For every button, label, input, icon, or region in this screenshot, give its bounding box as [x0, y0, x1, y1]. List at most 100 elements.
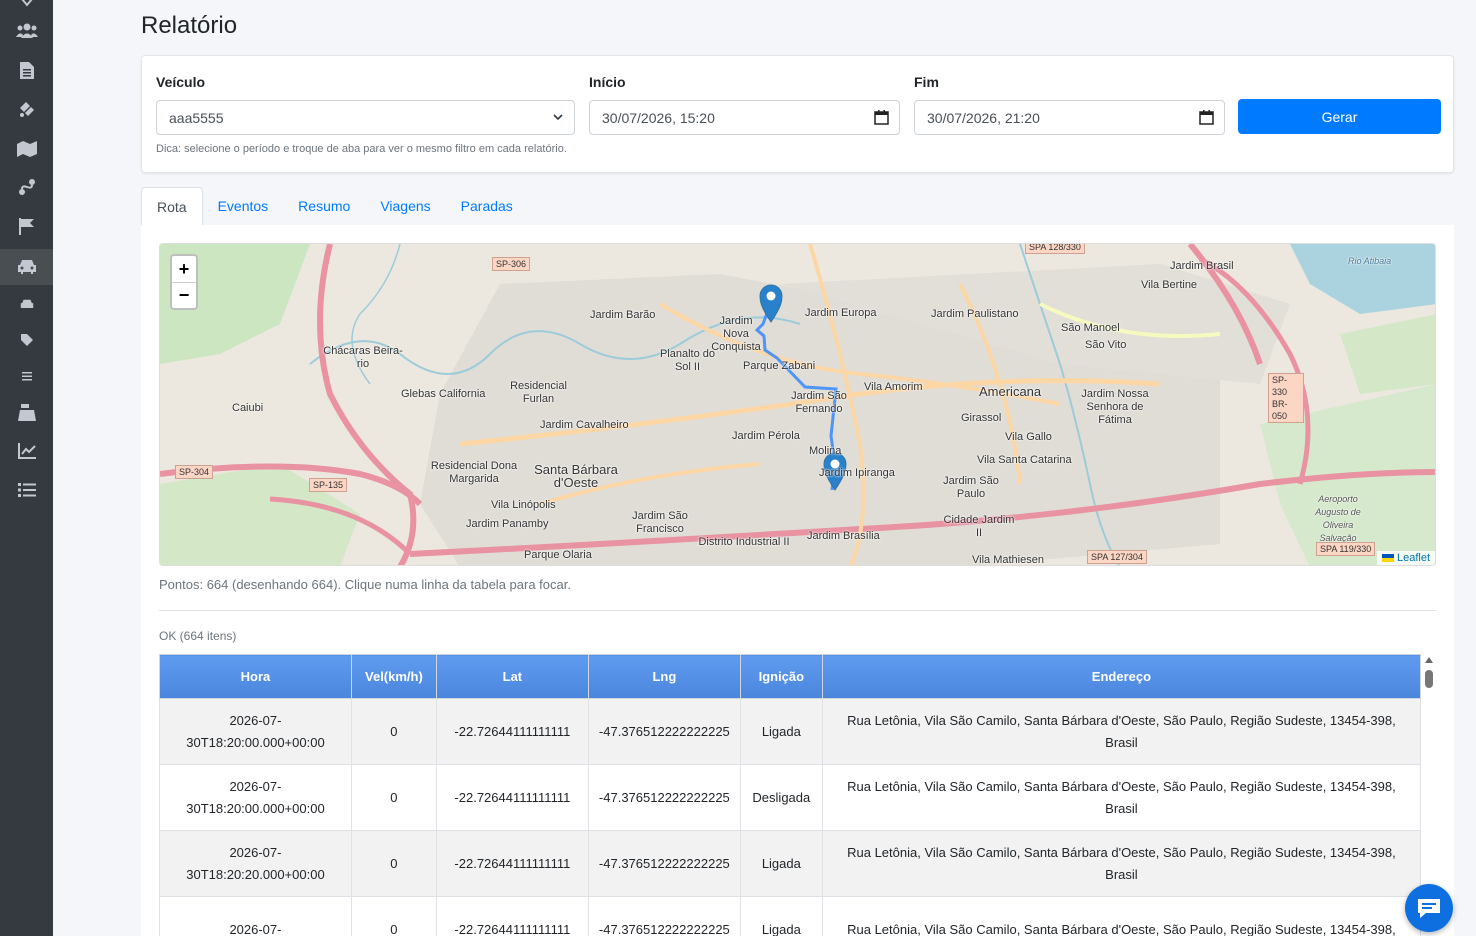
vehicle-label: Veículo — [156, 74, 206, 90]
tab-viagens[interactable]: Viagens — [365, 187, 445, 225]
end-label: Fim — [914, 74, 939, 90]
tab-resumo[interactable]: Resumo — [283, 187, 365, 225]
zoom-out-button[interactable]: − — [172, 282, 196, 308]
map-label: Jardim Paulistano — [931, 308, 1019, 320]
map-label: Vila Gallo — [1005, 431, 1052, 443]
calendar-icon[interactable] — [874, 110, 889, 125]
filter-card: Veículo aaa5555 Início 30/07/2026, 15:20… — [141, 55, 1454, 173]
map-label: Caiubi — [232, 402, 264, 414]
map-attribution[interactable]: Leaflet — [1376, 551, 1435, 565]
tab-content: Jardim Barão Jardim Nova Conquista Jardi… — [141, 225, 1454, 936]
flag-icon — [18, 217, 34, 235]
sidebar-item-charts[interactable] — [0, 433, 53, 469]
column-header-endereco[interactable]: Endereço — [821, 654, 1422, 699]
ukraine-flag-icon — [1381, 554, 1394, 562]
list-icon — [17, 483, 36, 497]
table-row[interactable]: 2026-07- 30T18:20:00.000+00:00 0 -22.7264… — [159, 698, 1422, 765]
cell-ignicao: Ligada — [739, 896, 823, 936]
sidebar-item-map[interactable] — [0, 130, 53, 166]
cell-endereco: Rua Letônia, Vila São Camilo, Santa Bárb… — [821, 764, 1422, 831]
table-row[interactable]: 2026-07- 0 -22.72644111111111 -47.376512… — [159, 896, 1422, 936]
map-label: Vila Linópolis — [491, 499, 556, 511]
vehicle-select-value: aaa5555 — [169, 109, 224, 126]
sidebar-item-vehicles[interactable] — [0, 249, 53, 285]
cell-hora: 2026-07- 30T18:20:00.000+00:00 — [159, 764, 352, 831]
cell-lng: -47.376512222222225 — [587, 764, 741, 831]
map-label: Girassol — [961, 412, 1002, 424]
cell-lat: -22.72644111111111 — [435, 896, 589, 936]
zoom-in-button[interactable]: + — [172, 256, 196, 282]
car-icon — [17, 260, 36, 274]
cell-lng: -47.376512222222225 — [587, 896, 741, 936]
map-label: Americana — [979, 384, 1042, 399]
vehicle-select[interactable]: aaa5555 — [156, 100, 575, 135]
sidebar-subitem-tags[interactable] — [0, 322, 53, 358]
map-label: Molina — [809, 445, 842, 457]
route-icon — [18, 179, 35, 195]
cell-lat: -22.72644111111111 — [435, 764, 589, 831]
sidebar-item-reports[interactable] — [0, 52, 53, 88]
sidebar-item-users[interactable] — [0, 13, 53, 49]
start-datetime-value: 30/07/2026, 15:20 — [602, 109, 715, 126]
map-label: Vila Mathiesen — [972, 554, 1044, 566]
scroll-up-arrow-icon[interactable] — [1425, 657, 1433, 663]
column-header-hora[interactable]: Hora — [159, 654, 352, 699]
column-header-ignicao[interactable]: Ignição — [739, 654, 823, 699]
map-label: Jardim São Paulo — [943, 475, 999, 500]
cell-lng: -47.376512222222225 — [587, 830, 741, 897]
cell-hora: 2026-07- — [159, 896, 352, 936]
list-small-icon — [21, 371, 32, 380]
scroll-thumb[interactable] — [1425, 670, 1433, 688]
cell-vel: 0 — [350, 698, 437, 765]
column-header-lat[interactable]: Lat — [435, 654, 589, 699]
tab-eventos[interactable]: Eventos — [203, 187, 284, 225]
road-shield: SPA 128/330 — [1025, 244, 1085, 254]
map-icon — [16, 140, 37, 157]
positions-table: Hora Vel(km/h) Lat Lng Ignição Endereço … — [159, 654, 1422, 936]
map-label: Jardim Barão — [590, 309, 656, 321]
sidebar-item-routes[interactable] — [0, 169, 53, 205]
sidebar-item-tracking[interactable] — [0, 91, 53, 127]
road-shield: SP-330 BR-050 — [1268, 373, 1304, 423]
positions-table-container[interactable]: Hora Vel(km/h) Lat Lng Ignição Endereço … — [159, 654, 1436, 936]
column-header-lng[interactable]: Lng — [587, 654, 741, 699]
tab-rota[interactable]: Rota — [141, 187, 203, 225]
map-label: Rio Atibaia — [1348, 256, 1392, 266]
cell-lat: -22.72644111111111 — [435, 698, 589, 765]
map-label: Jardim Ipiranga — [819, 467, 895, 479]
filter-hint: Dica: selecione o período e troque de ab… — [156, 143, 567, 155]
sidebar-item-finance[interactable] — [0, 394, 53, 430]
sidebar-item-list[interactable] — [0, 472, 53, 508]
sidebar-subitem-list[interactable] — [0, 358, 53, 394]
satellite-icon — [19, 102, 34, 117]
chevron-down-icon — [553, 114, 563, 121]
sidebar — [0, 0, 53, 936]
table-row[interactable]: 2026-07- 30T18:20:00.000+00:00 0 -22.7264… — [159, 764, 1422, 831]
cell-ignicao: Desligada — [739, 764, 823, 831]
status-text: OK (664 itens) — [159, 629, 237, 643]
tab-paradas[interactable]: Paradas — [446, 187, 528, 225]
chevron-icon — [21, 0, 32, 7]
end-datetime-input[interactable]: 30/07/2026, 21:20 — [914, 100, 1225, 135]
map-label: Residencial Furlan — [510, 380, 567, 405]
chat-button[interactable] — [1405, 884, 1453, 932]
map-label: Vila Santa Catarina — [977, 454, 1072, 466]
table-row[interactable]: 2026-07- 30T18:20:20.000+00:00 0 -22.7264… — [159, 830, 1422, 897]
map-label: Santa Bárbara d'Oeste — [534, 462, 618, 490]
map-label: Vila Bertine — [1141, 279, 1198, 291]
route-map[interactable]: Jardim Barão Jardim Nova Conquista Jardi… — [159, 243, 1436, 566]
cell-lat: -22.72644111111111 — [435, 830, 589, 897]
cell-vel: 0 — [350, 764, 437, 831]
generate-button[interactable]: Gerar — [1238, 99, 1441, 134]
road-shield: SP-135 — [309, 478, 348, 492]
sidebar-subitem-vehicles[interactable] — [0, 286, 53, 322]
start-datetime-input[interactable]: 30/07/2026, 15:20 — [589, 100, 900, 135]
map-label: Jardim Nossa Senhora de Fátima — [1081, 388, 1149, 426]
cell-endereco: Rua Letônia, Vila São Camilo, Santa Bárb… — [821, 896, 1422, 936]
attribution-link[interactable]: Leaflet — [1397, 552, 1430, 564]
car-small-icon — [20, 299, 33, 308]
sidebar-item-geofence[interactable] — [0, 208, 53, 244]
column-header-vel[interactable]: Vel(km/h) — [350, 654, 437, 699]
calendar-icon[interactable] — [1199, 110, 1214, 125]
map-label: Cidade Jardim II — [943, 514, 1015, 539]
